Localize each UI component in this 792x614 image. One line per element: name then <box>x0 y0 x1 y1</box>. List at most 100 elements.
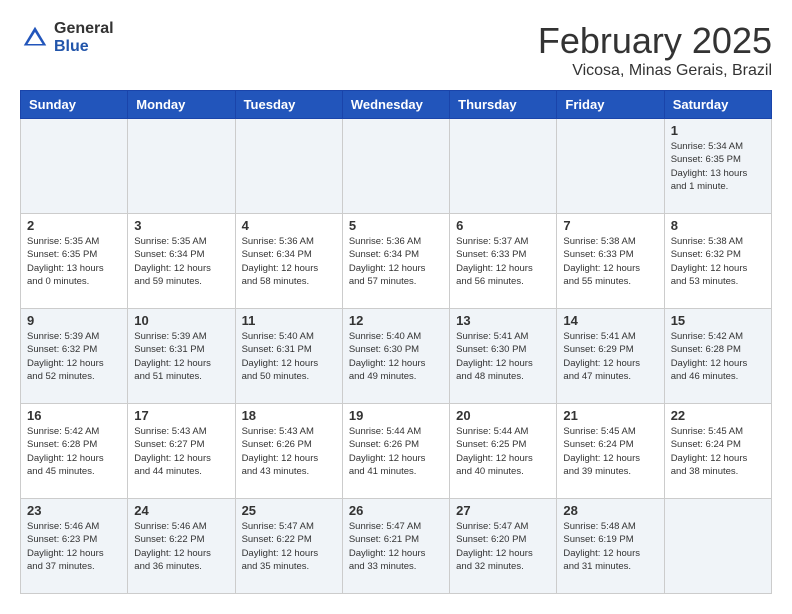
day-number: 5 <box>349 218 443 233</box>
weekday-header-thursday: Thursday <box>450 91 557 119</box>
empty-cell <box>664 499 771 594</box>
day-number: 14 <box>563 313 657 328</box>
calendar-day-cell: 28Sunrise: 5:48 AM Sunset: 6:19 PM Dayli… <box>557 499 664 594</box>
logo-blue-text: Blue <box>54 38 114 56</box>
calendar-day-cell: 1 Sunrise: 5:34 AM Sunset: 6:35 PM Daylig… <box>664 119 771 214</box>
empty-cell <box>21 119 128 214</box>
day-number: 1 <box>671 123 765 138</box>
calendar-day-cell: 4 Sunrise: 5:36 AM Sunset: 6:34 PM Daylig… <box>235 214 342 309</box>
day-info: Sunrise: 5:39 AM Sunset: 6:32 PM Dayligh… <box>27 330 121 383</box>
title-area: February 2025 Vicosa, Minas Gerais, Braz… <box>538 20 772 80</box>
day-info: Sunrise: 5:41 AM Sunset: 6:29 PM Dayligh… <box>563 330 657 383</box>
day-number: 24 <box>134 503 228 518</box>
weekday-header-friday: Friday <box>557 91 664 119</box>
day-number: 7 <box>563 218 657 233</box>
calendar-day-cell: 3 Sunrise: 5:35 AM Sunset: 6:34 PM Daylig… <box>128 214 235 309</box>
day-number: 8 <box>671 218 765 233</box>
day-info: Sunrise: 5:44 AM Sunset: 6:25 PM Dayligh… <box>456 425 550 478</box>
calendar-day-cell: 18 Sunrise: 5:43 AM Sunset: 6:26 PM Dayli… <box>235 404 342 499</box>
day-info: Sunrise: 5:46 AM Sunset: 6:23 PM Dayligh… <box>27 520 121 573</box>
day-number: 22 <box>671 408 765 423</box>
weekday-header-sunday: Sunday <box>21 91 128 119</box>
calendar-day-cell: 10 Sunrise: 5:39 AM Sunset: 6:31 PM Dayli… <box>128 309 235 404</box>
day-number: 21 <box>563 408 657 423</box>
calendar-day-cell: 8 Sunrise: 5:38 AM Sunset: 6:32 PM Daylig… <box>664 214 771 309</box>
calendar-week-row: 16Sunrise: 5:42 AM Sunset: 6:28 PM Dayli… <box>21 404 772 499</box>
weekday-header-saturday: Saturday <box>664 91 771 119</box>
day-info: Sunrise: 5:40 AM Sunset: 6:31 PM Dayligh… <box>242 330 336 383</box>
empty-cell <box>235 119 342 214</box>
day-info: Sunrise: 5:38 AM Sunset: 6:32 PM Dayligh… <box>671 235 765 288</box>
calendar-day-cell: 25 Sunrise: 5:47 AM Sunset: 6:22 PM Dayli… <box>235 499 342 594</box>
day-number: 12 <box>349 313 443 328</box>
month-title: February 2025 <box>538 20 772 62</box>
day-number: 6 <box>456 218 550 233</box>
day-info: Sunrise: 5:42 AM Sunset: 6:28 PM Dayligh… <box>27 425 121 478</box>
logo-icon <box>20 23 50 53</box>
day-number: 17 <box>134 408 228 423</box>
calendar-day-cell: 15Sunrise: 5:42 AM Sunset: 6:28 PM Dayli… <box>664 309 771 404</box>
day-info: Sunrise: 5:45 AM Sunset: 6:24 PM Dayligh… <box>563 425 657 478</box>
day-info: Sunrise: 5:35 AM Sunset: 6:34 PM Dayligh… <box>134 235 228 288</box>
day-number: 9 <box>27 313 121 328</box>
day-number: 26 <box>349 503 443 518</box>
page-header: General Blue February 2025 Vicosa, Minas… <box>20 20 772 80</box>
day-number: 11 <box>242 313 336 328</box>
day-info: Sunrise: 5:46 AM Sunset: 6:22 PM Dayligh… <box>134 520 228 573</box>
day-info: Sunrise: 5:47 AM Sunset: 6:22 PM Dayligh… <box>242 520 336 573</box>
calendar-day-cell: 24 Sunrise: 5:46 AM Sunset: 6:22 PM Dayli… <box>128 499 235 594</box>
day-info: Sunrise: 5:35 AM Sunset: 6:35 PM Dayligh… <box>27 235 121 288</box>
day-number: 3 <box>134 218 228 233</box>
day-info: Sunrise: 5:36 AM Sunset: 6:34 PM Dayligh… <box>349 235 443 288</box>
calendar-week-row: 23 Sunrise: 5:46 AM Sunset: 6:23 PM Dayli… <box>21 499 772 594</box>
calendar-table: SundayMondayTuesdayWednesdayThursdayFrid… <box>20 90 772 594</box>
calendar-day-cell: 14 Sunrise: 5:41 AM Sunset: 6:29 PM Dayli… <box>557 309 664 404</box>
logo: General Blue <box>20 20 114 55</box>
empty-cell <box>342 119 449 214</box>
day-info: Sunrise: 5:47 AM Sunset: 6:20 PM Dayligh… <box>456 520 550 573</box>
calendar-day-cell: 26Sunrise: 5:47 AM Sunset: 6:21 PM Dayli… <box>342 499 449 594</box>
day-number: 27 <box>456 503 550 518</box>
day-number: 18 <box>242 408 336 423</box>
calendar-day-cell: 13 Sunrise: 5:41 AM Sunset: 6:30 PM Dayli… <box>450 309 557 404</box>
day-info: Sunrise: 5:41 AM Sunset: 6:30 PM Dayligh… <box>456 330 550 383</box>
calendar-day-cell: 17 Sunrise: 5:43 AM Sunset: 6:27 PM Dayli… <box>128 404 235 499</box>
day-info: Sunrise: 5:36 AM Sunset: 6:34 PM Dayligh… <box>242 235 336 288</box>
day-info: Sunrise: 5:43 AM Sunset: 6:27 PM Dayligh… <box>134 425 228 478</box>
calendar-day-cell: 16Sunrise: 5:42 AM Sunset: 6:28 PM Dayli… <box>21 404 128 499</box>
day-number: 20 <box>456 408 550 423</box>
calendar-day-cell: 9 Sunrise: 5:39 AM Sunset: 6:32 PM Daylig… <box>21 309 128 404</box>
calendar-day-cell: 27 Sunrise: 5:47 AM Sunset: 6:20 PM Dayli… <box>450 499 557 594</box>
day-number: 19 <box>349 408 443 423</box>
weekday-header-monday: Monday <box>128 91 235 119</box>
calendar-week-row: 9 Sunrise: 5:39 AM Sunset: 6:32 PM Daylig… <box>21 309 772 404</box>
day-number: 28 <box>563 503 657 518</box>
calendar-day-cell: 11 Sunrise: 5:40 AM Sunset: 6:31 PM Dayli… <box>235 309 342 404</box>
day-number: 13 <box>456 313 550 328</box>
day-number: 25 <box>242 503 336 518</box>
day-info: Sunrise: 5:39 AM Sunset: 6:31 PM Dayligh… <box>134 330 228 383</box>
day-number: 10 <box>134 313 228 328</box>
calendar-day-cell: 2 Sunrise: 5:35 AM Sunset: 6:35 PM Daylig… <box>21 214 128 309</box>
weekday-header-tuesday: Tuesday <box>235 91 342 119</box>
calendar-header-row: SundayMondayTuesdayWednesdayThursdayFrid… <box>21 91 772 119</box>
calendar-day-cell: 23 Sunrise: 5:46 AM Sunset: 6:23 PM Dayli… <box>21 499 128 594</box>
weekday-header-wednesday: Wednesday <box>342 91 449 119</box>
calendar-day-cell: 20 Sunrise: 5:44 AM Sunset: 6:25 PM Dayli… <box>450 404 557 499</box>
empty-cell <box>128 119 235 214</box>
day-info: Sunrise: 5:44 AM Sunset: 6:26 PM Dayligh… <box>349 425 443 478</box>
day-info: Sunrise: 5:43 AM Sunset: 6:26 PM Dayligh… <box>242 425 336 478</box>
day-info: Sunrise: 5:45 AM Sunset: 6:24 PM Dayligh… <box>671 425 765 478</box>
day-info: Sunrise: 5:34 AM Sunset: 6:35 PM Dayligh… <box>671 140 765 193</box>
day-info: Sunrise: 5:38 AM Sunset: 6:33 PM Dayligh… <box>563 235 657 288</box>
calendar-week-row: 1 Sunrise: 5:34 AM Sunset: 6:35 PM Daylig… <box>21 119 772 214</box>
day-info: Sunrise: 5:40 AM Sunset: 6:30 PM Dayligh… <box>349 330 443 383</box>
day-number: 4 <box>242 218 336 233</box>
calendar-day-cell: 22 Sunrise: 5:45 AM Sunset: 6:24 PM Dayli… <box>664 404 771 499</box>
calendar-day-cell: 12 Sunrise: 5:40 AM Sunset: 6:30 PM Dayli… <box>342 309 449 404</box>
calendar-day-cell: 19 Sunrise: 5:44 AM Sunset: 6:26 PM Dayli… <box>342 404 449 499</box>
day-number: 23 <box>27 503 121 518</box>
day-number: 2 <box>27 218 121 233</box>
day-number: 15 <box>671 313 765 328</box>
calendar-day-cell: 21 Sunrise: 5:45 AM Sunset: 6:24 PM Dayli… <box>557 404 664 499</box>
